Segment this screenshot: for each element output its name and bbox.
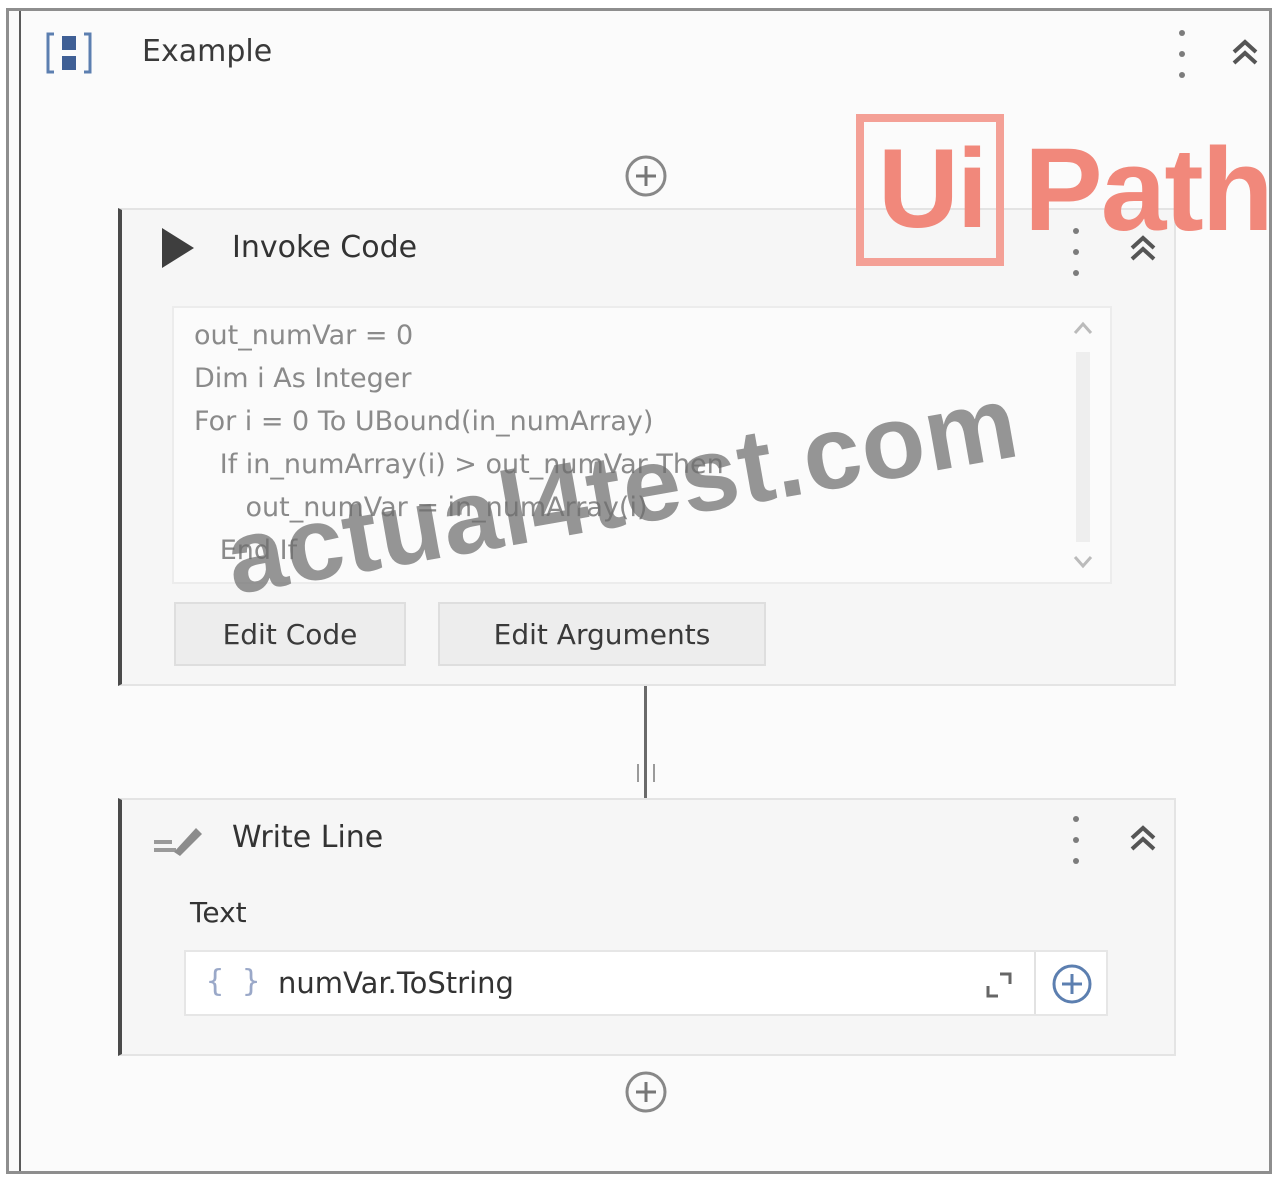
edit-arguments-button[interactable]: Edit Arguments <box>438 602 766 666</box>
write-line-title: Write Line <box>232 820 384 855</box>
add-activity-top-icon[interactable] <box>624 154 668 198</box>
write-line-activity[interactable]: Write Line Text { } numVar.ToString <box>118 798 1176 1056</box>
expression-braces-icon: { } <box>206 964 261 999</box>
write-line-collapse-icon[interactable] <box>1126 822 1160 854</box>
sequence-icon <box>46 32 92 74</box>
text-expression-field[interactable]: { } numVar.ToString <box>184 950 1108 1016</box>
connector-drop-marker-icon <box>637 764 655 782</box>
sequence-header[interactable]: Example <box>20 16 1260 86</box>
code-line: out_numVar = 0 <box>194 320 414 351</box>
uipath-logo-box: Ui <box>856 114 1004 266</box>
add-variable-icon[interactable] <box>1050 962 1094 1006</box>
field-divider <box>1034 952 1036 1014</box>
code-scrollbar[interactable] <box>1070 318 1096 574</box>
expand-editor-icon[interactable] <box>984 970 1014 1000</box>
sequence-collapse-icon[interactable] <box>1228 36 1262 68</box>
text-field-label: Text <box>190 896 247 929</box>
scroll-thumb[interactable] <box>1076 352 1090 542</box>
write-line-menu-icon[interactable] <box>1070 816 1082 864</box>
edit-code-button[interactable]: Edit Code <box>174 602 406 666</box>
sequence-title: Example <box>142 34 273 69</box>
write-line-header[interactable]: Write Line <box>122 800 1174 880</box>
invoke-code-title: Invoke Code <box>232 230 418 265</box>
text-expression-value[interactable]: numVar.ToString <box>278 966 514 1000</box>
sequence-menu-icon[interactable] <box>1176 30 1188 78</box>
uipath-logo-path-text: Path <box>1024 124 1274 256</box>
scroll-up-icon[interactable] <box>1070 318 1096 338</box>
uipath-logo-ui-text: Ui <box>878 126 988 251</box>
play-icon <box>162 228 194 268</box>
scroll-down-icon[interactable] <box>1070 552 1096 572</box>
add-activity-bottom-icon[interactable] <box>624 1070 668 1114</box>
write-line-icon <box>154 828 202 856</box>
uipath-logo: Ui Path <box>856 114 1276 274</box>
